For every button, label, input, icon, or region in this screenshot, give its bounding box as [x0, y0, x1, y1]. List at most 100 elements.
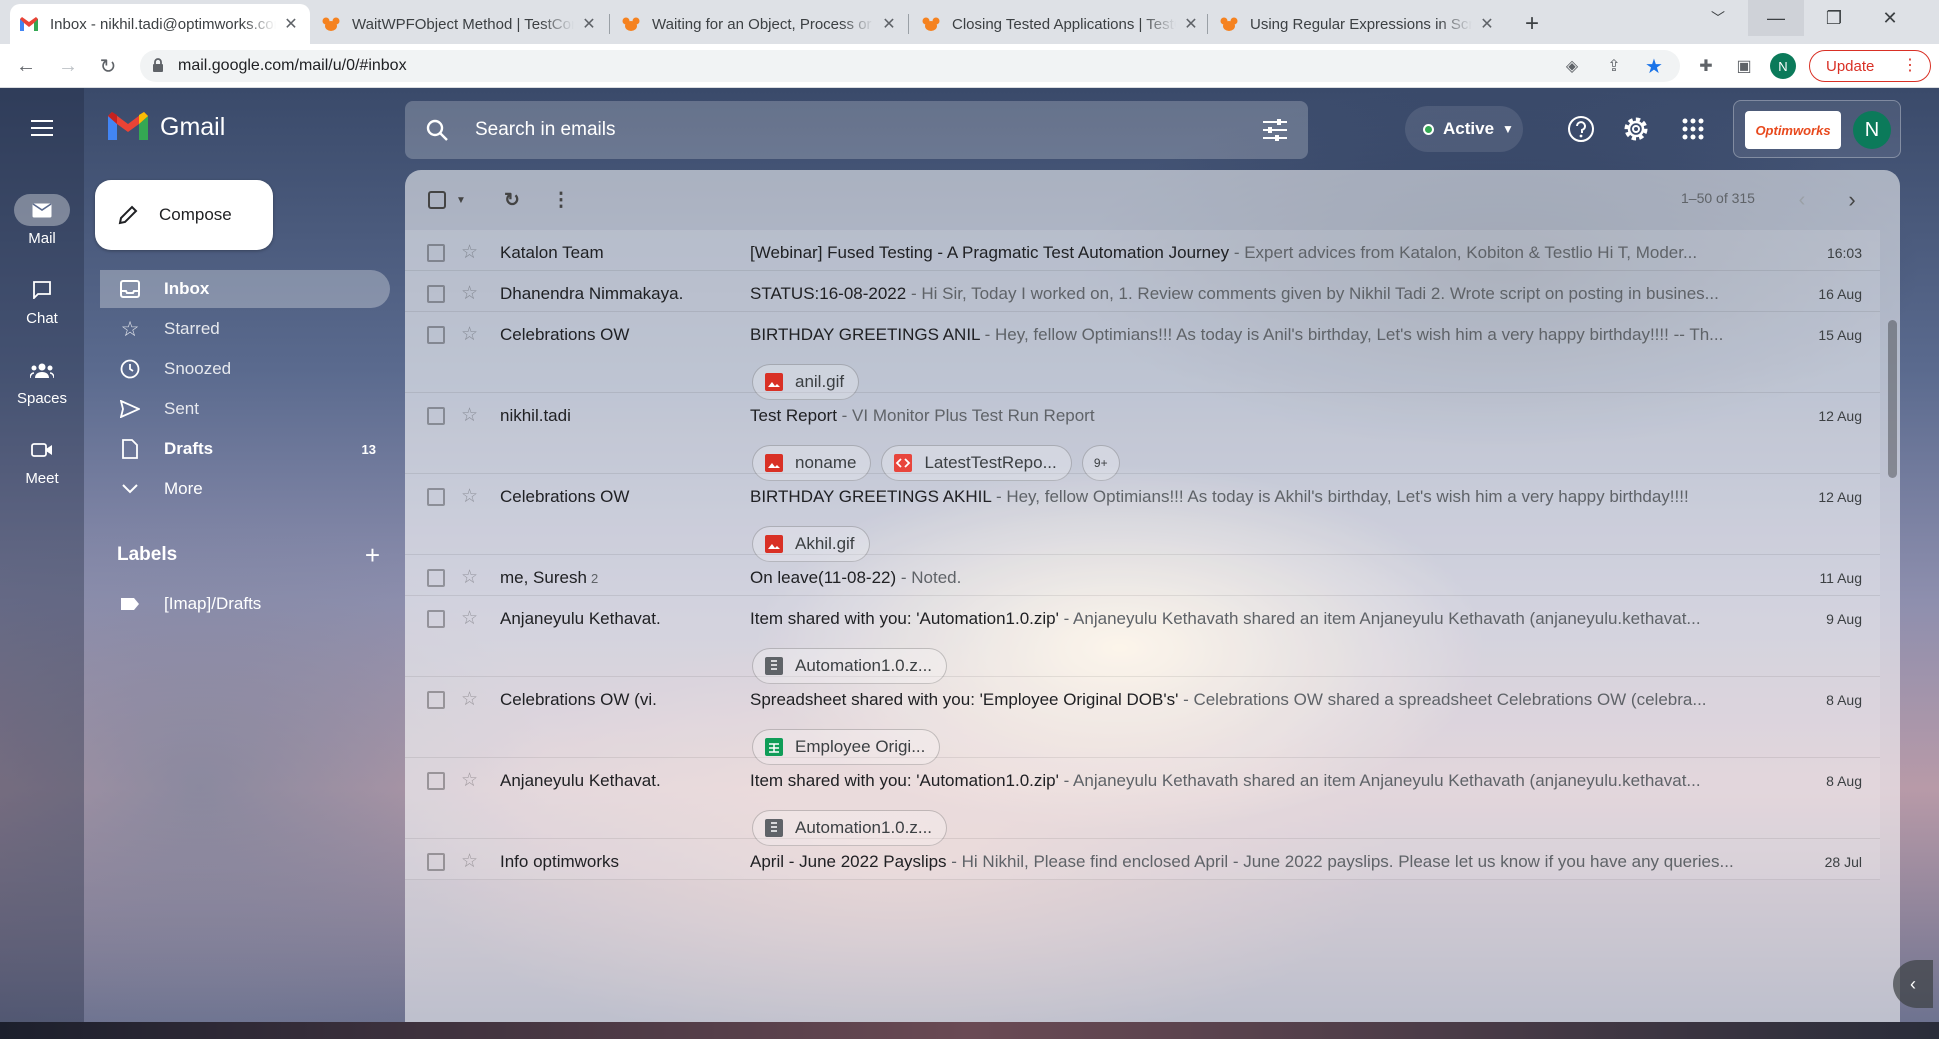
email-sender: Celebrations OW — [500, 487, 730, 507]
row-checkbox[interactable] — [427, 853, 445, 871]
reload-button[interactable]: ↻ — [94, 52, 122, 80]
add-label-button[interactable]: + — [365, 540, 380, 571]
nav-item-more[interactable]: More — [100, 470, 390, 508]
browser-tab-gmail[interactable]: Inbox - nikhil.tadi@optimworks.com ✕ — [10, 4, 310, 44]
close-tab-icon[interactable]: ✕ — [580, 14, 598, 34]
star-icon[interactable]: ☆ — [461, 769, 478, 792]
nav-item-starred[interactable]: ☆ Starred — [100, 310, 390, 348]
star-icon[interactable]: ☆ — [461, 323, 478, 346]
prev-page-icon[interactable]: ‹ — [1790, 188, 1814, 212]
mail-list-panel: ▼ ↻ ⋮ 1–50 of 315 ‹ › ☆ Katalon Team [Webi… — [405, 170, 1900, 1022]
rail-chat[interactable]: Chat — [0, 274, 84, 327]
new-tab-button[interactable]: + — [1510, 4, 1554, 44]
row-checkbox[interactable] — [427, 407, 445, 425]
email-row[interactable]: ☆ me, Suresh 2 On leave(11-08-22) - Noted. 1… — [405, 555, 1880, 596]
rail-mail[interactable]: Mail — [0, 194, 84, 247]
star-icon[interactable]: ☆ — [461, 607, 478, 630]
gmail-icon — [20, 15, 38, 33]
minimize-button[interactable]: — — [1748, 0, 1804, 36]
email-row[interactable]: ☆ Info optimworks April - June 2022 Paysli… — [405, 839, 1880, 880]
nav-item-inbox[interactable]: Inbox — [100, 270, 390, 308]
status-selector[interactable]: Active ▼ — [1405, 106, 1523, 152]
email-summary: Item shared with you: 'Automation1.0.zip… — [750, 609, 1750, 629]
bookmark-star-icon[interactable]: ★ — [1642, 54, 1666, 78]
address-bar[interactable]: mail.google.com/mail/u/0/#inbox — [140, 50, 1680, 82]
update-button[interactable]: Update ⋮ — [1809, 50, 1931, 82]
back-button[interactable]: ← — [12, 52, 40, 80]
more-vert-icon[interactable]: ⋮ — [549, 188, 573, 212]
close-tab-icon[interactable]: ✕ — [880, 14, 898, 34]
email-row[interactable]: ☆ Celebrations OW BIRTHDAY GREETINGS AKHIL… — [405, 474, 1880, 562]
email-row[interactable]: ☆ nikhil.tadi Test Report - VI Monitor Plu… — [405, 393, 1880, 481]
refresh-icon[interactable]: ↻ — [500, 188, 524, 212]
restore-button[interactable]: ❐ — [1806, 0, 1862, 36]
row-checkbox[interactable] — [427, 326, 445, 344]
row-checkbox[interactable] — [427, 772, 445, 790]
profile-avatar[interactable]: N — [1770, 53, 1796, 79]
email-row[interactable]: ☆ Katalon Team [Webinar] Fused Testing - A… — [405, 230, 1880, 271]
nav-item-drafts[interactable]: Drafts 13 — [100, 430, 390, 468]
browser-tab[interactable]: Using Regular Expressions in Scripts ✕ — [1210, 4, 1506, 44]
help-icon[interactable] — [1566, 114, 1596, 144]
search-bar[interactable]: Search in emails — [405, 101, 1308, 159]
nav-item-sent[interactable]: Sent — [100, 390, 390, 428]
rail-spaces[interactable]: Spaces — [0, 354, 84, 407]
email-sender: Anjaneyulu Kethavat. — [500, 771, 730, 791]
settings-gear-icon[interactable] — [1621, 114, 1651, 144]
compose-button[interactable]: Compose — [95, 180, 273, 250]
star-icon[interactable]: ☆ — [461, 850, 478, 873]
close-tab-icon[interactable]: ✕ — [1478, 14, 1496, 34]
search-options-icon[interactable] — [1262, 118, 1288, 147]
close-window-button[interactable]: ✕ — [1862, 0, 1918, 36]
extensions-icon[interactable]: ✚ — [1694, 54, 1718, 78]
star-icon[interactable]: ☆ — [461, 404, 478, 427]
star-icon[interactable]: ☆ — [461, 282, 478, 305]
close-tab-icon[interactable]: ✕ — [282, 14, 300, 34]
search-input[interactable]: Search in emails — [475, 119, 615, 141]
row-checkbox[interactable] — [427, 285, 445, 303]
attachment-name: anil.gif — [795, 372, 845, 391]
browser-tab[interactable]: Closing Tested Applications | TestComple… — [912, 4, 1210, 44]
gmail-logo[interactable]: Gmail — [108, 112, 225, 142]
side-panel-icon[interactable]: ▣ — [1732, 54, 1756, 78]
mail-icon — [14, 194, 70, 226]
email-row[interactable]: ☆ Anjaneyulu Kethavat. Item shared with yo… — [405, 758, 1880, 846]
rail-meet[interactable]: Meet — [0, 434, 84, 487]
side-panel-toggle[interactable]: ‹ — [1893, 960, 1933, 1008]
star-icon[interactable]: ☆ — [461, 485, 478, 508]
email-date: 16 Aug — [1818, 286, 1862, 302]
forward-button[interactable]: → — [54, 52, 82, 80]
tab-search-button[interactable]: ﹀ — [1690, 0, 1746, 36]
label-item-imap-drafts[interactable]: [Imap]/Drafts — [100, 585, 390, 623]
next-page-icon[interactable]: › — [1840, 187, 1864, 212]
eye-off-icon[interactable]: ◈ — [1560, 54, 1584, 78]
star-icon[interactable]: ☆ — [461, 566, 478, 589]
star-icon[interactable]: ☆ — [461, 241, 478, 264]
email-row[interactable]: ☆ Celebrations OW (vi. Spreadsheet shared … — [405, 677, 1880, 765]
star-icon[interactable]: ☆ — [461, 688, 478, 711]
row-checkbox[interactable] — [427, 569, 445, 587]
close-tab-icon[interactable]: ✕ — [1182, 14, 1200, 34]
status-label: Active — [1443, 119, 1495, 138]
account-switcher[interactable]: Optimworks N — [1733, 100, 1901, 158]
email-row[interactable]: ☆ Anjaneyulu Kethavat. Item shared with yo… — [405, 596, 1880, 684]
select-menu-caret-icon[interactable]: ▼ — [449, 188, 473, 212]
scrollbar[interactable] — [1885, 230, 1899, 1022]
share-icon[interactable]: ⇪ — [1602, 54, 1626, 78]
browser-tab[interactable]: WaitWPFObject Method | TestComplete ✕ — [312, 4, 608, 44]
row-checkbox[interactable] — [427, 488, 445, 506]
scrollbar-thumb[interactable] — [1888, 320, 1897, 478]
account-avatar[interactable]: N — [1853, 111, 1891, 149]
main-menu-button[interactable] — [24, 110, 60, 146]
row-checkbox[interactable] — [427, 244, 445, 262]
row-checkbox[interactable] — [427, 691, 445, 709]
row-checkbox[interactable] — [427, 610, 445, 628]
email-row[interactable]: ☆ Celebrations OW BIRTHDAY GREETINGS ANIL … — [405, 312, 1880, 400]
organization-logo: Optimworks — [1745, 111, 1841, 149]
email-row[interactable]: ☆ Dhanendra Nimmakaya. STATUS:16-08-2022 -… — [405, 271, 1880, 312]
nav-item-snoozed[interactable]: Snoozed — [100, 350, 390, 388]
chevron-down-icon: ﹀ — [1711, 10, 1725, 26]
browser-tab[interactable]: Waiting for an Object, Process or Window… — [612, 4, 908, 44]
select-all-checkbox[interactable] — [425, 188, 449, 212]
apps-grid-icon[interactable] — [1678, 114, 1708, 144]
